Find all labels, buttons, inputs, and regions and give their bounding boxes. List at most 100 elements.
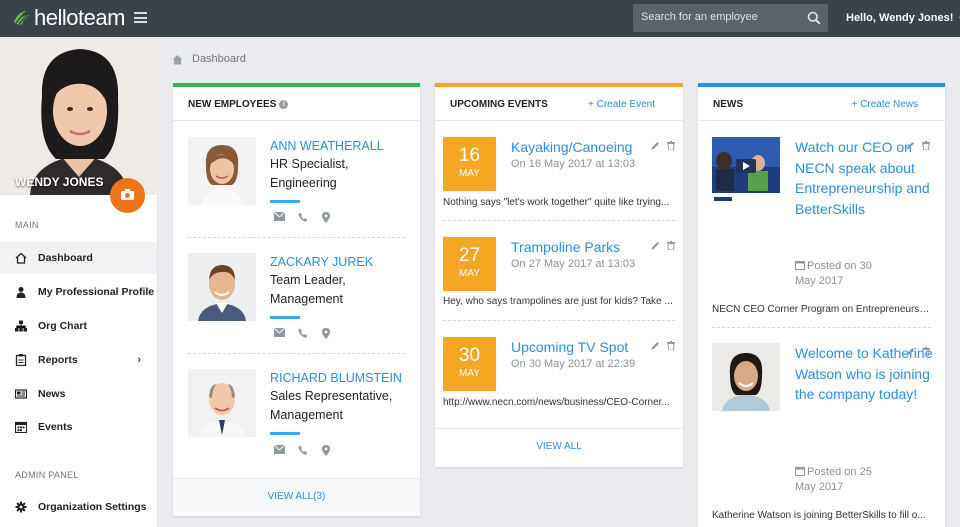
- helloteam-logo[interactable]: helloteam: [12, 5, 125, 31]
- edit-icon[interactable]: [906, 347, 915, 356]
- news-video-thumbnail[interactable]: [712, 137, 780, 205]
- employee-name[interactable]: ANN WEATHERALL: [270, 139, 384, 153]
- event-day: 16: [458, 145, 481, 166]
- search-input[interactable]: [641, 11, 801, 23]
- card-header: NEW EMPLOYEES i: [173, 87, 420, 121]
- edit-icon[interactable]: [906, 141, 915, 150]
- trash-icon[interactable]: [667, 241, 676, 250]
- divider: [188, 353, 405, 354]
- org-chart-icon: [15, 320, 27, 332]
- employee-name[interactable]: RICHARD BLUMSTEIN: [270, 371, 402, 385]
- new-employees-card: NEW EMPLOYEES i ANN WEATHERALL HR Specia…: [173, 83, 420, 516]
- location-pin-icon[interactable]: [322, 212, 333, 223]
- event-description: Nothing says "let's work together" quite…: [443, 197, 670, 208]
- change-photo-button[interactable]: [110, 178, 145, 213]
- event-title[interactable]: Trampoline Parks: [511, 239, 620, 255]
- email-icon[interactable]: [274, 328, 285, 339]
- sidebar-item-reports[interactable]: Reports ›: [0, 344, 157, 376]
- sidebar-item-organization-settings[interactable]: Organization Settings: [0, 491, 157, 523]
- view-all-employees-link[interactable]: VIEW ALL(3): [173, 491, 420, 502]
- sidebar-item-news[interactable]: News: [0, 378, 157, 410]
- sidebar: WENDY JONES MAIN Dashboard My Profession…: [0, 37, 158, 527]
- news-description: NECN CEO Corner Program on Entrepreneurs…: [712, 304, 932, 315]
- employee-role: HR Specialist, Engineering: [270, 155, 349, 193]
- employee-role: Sales Representative, Management: [270, 387, 392, 425]
- view-all-events-link[interactable]: VIEW ALL: [435, 441, 683, 452]
- event-tools: [651, 141, 676, 150]
- location-pin-icon[interactable]: [322, 328, 333, 339]
- divider: [443, 320, 675, 321]
- news-posted-date: Posted on 25 May 2017: [795, 465, 895, 495]
- top-navbar: helloteam Hello, Wendy Jones! ⌵: [0, 0, 960, 37]
- news-tools: [906, 347, 931, 356]
- event-month: MAY: [459, 268, 480, 279]
- admin-section-label: ADMIN PANEL: [15, 470, 79, 480]
- news-thumbnail[interactable]: [712, 343, 780, 411]
- trash-icon[interactable]: [922, 347, 931, 356]
- profile-photo[interactable]: [0, 37, 158, 195]
- event-month: MAY: [459, 368, 480, 379]
- breadcrumb-current: Dashboard: [192, 53, 246, 65]
- info-icon[interactable]: i: [279, 100, 289, 109]
- home-icon[interactable]: [172, 54, 183, 65]
- edit-icon[interactable]: [651, 341, 660, 350]
- phone-icon[interactable]: [298, 212, 309, 223]
- employee-name[interactable]: ZACKARY JUREK: [270, 255, 373, 269]
- sidebar-item-label: Events: [38, 421, 73, 433]
- user-icon: [15, 286, 27, 298]
- trash-icon[interactable]: [667, 141, 676, 150]
- event-tools: [651, 241, 676, 250]
- calendar-icon: [795, 260, 805, 270]
- user-menu[interactable]: Hello, Wendy Jones! ⌵: [846, 12, 960, 25]
- event-day: 27: [458, 245, 481, 266]
- logo-mark-icon: [12, 8, 32, 28]
- search-icon[interactable]: [807, 11, 821, 25]
- email-icon[interactable]: [274, 212, 285, 223]
- divider: [443, 220, 675, 221]
- sidebar-item-dashboard[interactable]: Dashboard: [0, 242, 157, 274]
- employee-photo[interactable]: [188, 137, 256, 205]
- menu-toggle-icon[interactable]: [134, 12, 147, 23]
- event-datetime: On 27 May 2017 at 13:03: [511, 258, 636, 270]
- employee-search: [633, 4, 828, 32]
- phone-icon[interactable]: [298, 445, 309, 456]
- location-pin-icon[interactable]: [322, 445, 333, 456]
- sidebar-item-label: My Professional Profile: [38, 286, 155, 298]
- event-description: Hey, who says trampolines are just for k…: [443, 296, 673, 307]
- edit-icon[interactable]: [651, 241, 660, 250]
- sidebar-item-label: Organization Settings: [38, 501, 147, 513]
- card-footer-divider: [435, 428, 683, 429]
- event-datetime: On 30 May 2017 at 22:39: [511, 358, 636, 370]
- employee-accent-bar: [270, 316, 300, 319]
- calendar-icon: [15, 421, 27, 433]
- news-posted-date: Posted on 30 May 2017: [795, 259, 895, 289]
- employee-title: Team Leader,: [270, 273, 346, 287]
- news-tools: [906, 141, 931, 150]
- email-icon[interactable]: [274, 445, 285, 456]
- news-posted-text: Posted on 25 May 2017: [795, 466, 872, 493]
- event-month: MAY: [459, 168, 480, 179]
- event-datetime: On 16 May 2017 at 13:03: [511, 158, 636, 170]
- create-event-link[interactable]: + Create Event: [588, 99, 655, 110]
- sidebar-item-professional-profile[interactable]: My Professional Profile: [0, 276, 157, 308]
- breadcrumb: Dashboard: [172, 53, 246, 65]
- employee-contact-icons: [274, 212, 333, 223]
- event-title[interactable]: Upcoming TV Spot: [511, 339, 628, 355]
- edit-icon[interactable]: [651, 141, 660, 150]
- sidebar-item-events[interactable]: Events: [0, 411, 157, 443]
- employee-photo[interactable]: [188, 369, 256, 437]
- event-title[interactable]: Kayaking/Canoeing: [511, 139, 632, 155]
- chevron-right-icon: ›: [137, 354, 141, 366]
- phone-icon[interactable]: [298, 328, 309, 339]
- employee-title: Sales Representative,: [270, 389, 393, 403]
- trash-icon[interactable]: [922, 141, 931, 150]
- event-date-badge: 30 MAY: [443, 337, 496, 391]
- sidebar-item-label: Org Chart: [38, 320, 88, 332]
- event-description: http://www.necn.com/news/business/CEO-Co…: [443, 397, 670, 408]
- employee-photo[interactable]: [188, 253, 256, 321]
- employee-contact-icons: [274, 445, 333, 456]
- sidebar-item-org-chart[interactable]: Org Chart: [0, 310, 157, 342]
- user-greeting: Hello, Wendy Jones!: [846, 12, 954, 24]
- trash-icon[interactable]: [667, 341, 676, 350]
- create-news-link[interactable]: + Create News: [852, 99, 918, 110]
